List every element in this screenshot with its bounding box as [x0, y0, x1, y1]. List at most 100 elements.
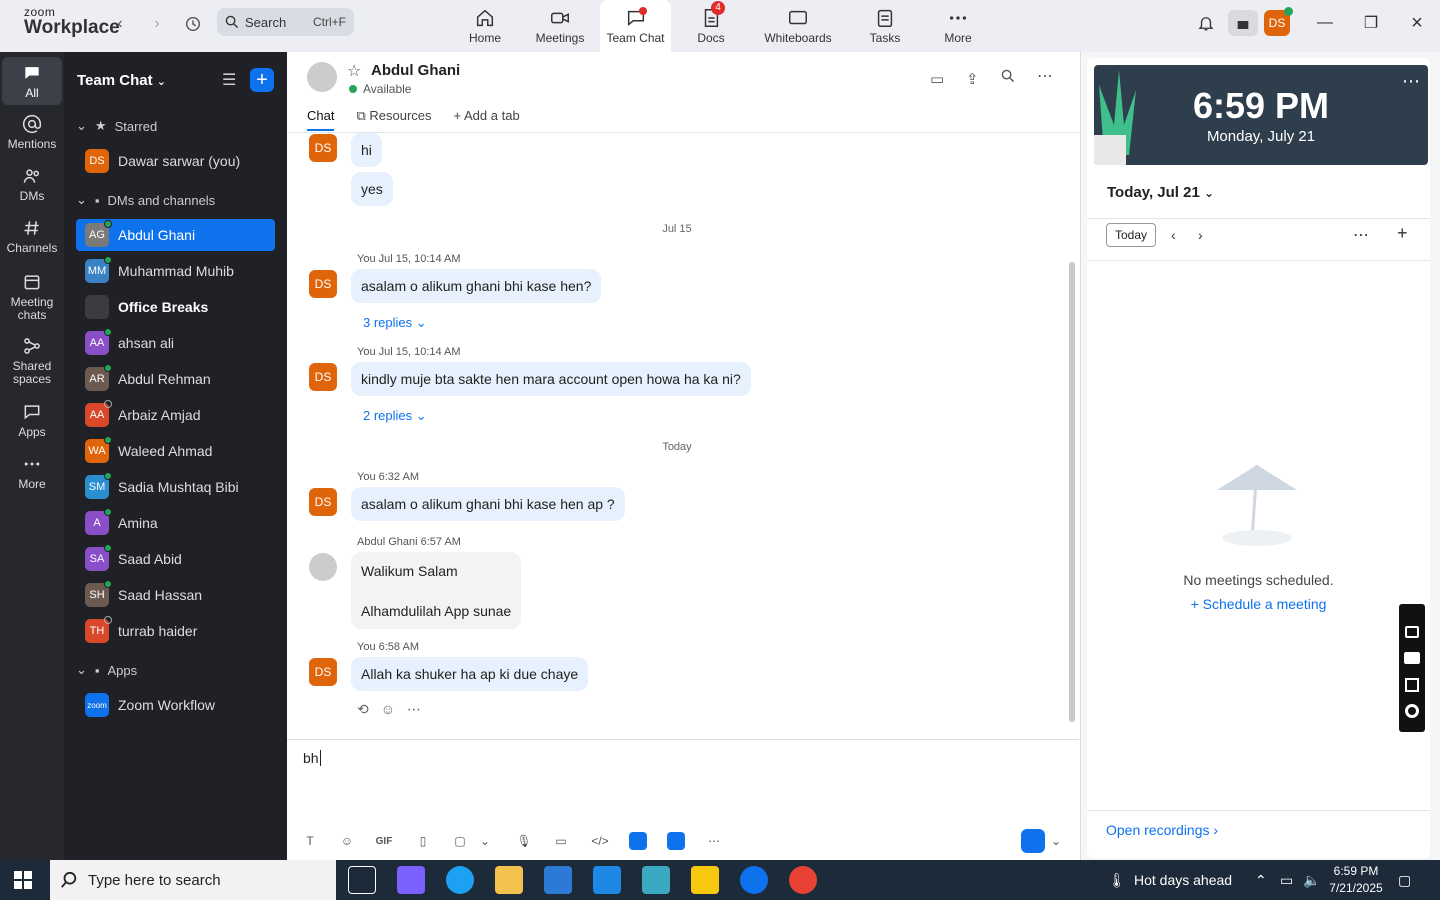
more-icon[interactable]: ⋯: [1402, 71, 1420, 92]
emoji-icon[interactable]: ☺: [381, 701, 395, 718]
video-message-icon[interactable]: ▭: [552, 832, 570, 850]
bell-icon[interactable]: [1191, 10, 1221, 36]
section-dms[interactable]: ⌄ ▪ DMs and channels: [76, 192, 215, 208]
composer-input[interactable]: bh: [303, 750, 321, 766]
message-composer[interactable]: bh T ☺ GIF ▯ ▢ ⌄ 🎙 ▭ </> ⋯ ⌄: [287, 739, 1079, 860]
copilot-icon[interactable]: [397, 866, 425, 894]
sidebar-contact[interactable]: SM Sadia Mushtaq Bibi: [76, 471, 275, 503]
rail-dms[interactable]: DMs: [2, 166, 62, 203]
sidebar-contact[interactable]: Office Breaks: [76, 291, 275, 323]
mail-icon[interactable]: [593, 866, 621, 894]
message-bubble[interactable]: Allah ka shuker ha ap ki due chaye: [351, 657, 589, 691]
nav-whiteboards[interactable]: Whiteboards: [760, 0, 836, 52]
sidebar-contact[interactable]: SA Saad Abid: [76, 543, 275, 575]
sidebar-contact[interactable]: WA Waleed Ahmad: [76, 435, 275, 467]
gear-icon[interactable]: [1405, 704, 1419, 718]
rail-shared-spaces[interactable]: Shared spaces: [2, 336, 62, 386]
minimize-icon[interactable]: —: [1310, 10, 1340, 36]
section-apps[interactable]: ⌄ ▪ Apps: [76, 662, 137, 678]
history-icon[interactable]: [181, 12, 205, 36]
chevron-right-icon[interactable]: ›: [1198, 227, 1203, 243]
close-icon[interactable]: ×: [1402, 10, 1432, 36]
more-icon[interactable]: ⋯: [1037, 66, 1053, 86]
message-bubble[interactable]: kindly muje bta sakte hen mara account o…: [351, 362, 751, 396]
schedule-meeting-link[interactable]: + Schedule a meeting: [1087, 596, 1430, 612]
contact-name[interactable]: Abdul Ghani: [371, 62, 460, 79]
user-avatar[interactable]: DS: [1264, 7, 1293, 36]
task-view-icon[interactable]: [348, 866, 376, 894]
nav-meetings[interactable]: Meetings: [530, 0, 590, 52]
message-bubble[interactable]: yes: [351, 172, 393, 206]
zoom-taskbar-icon[interactable]: [740, 866, 768, 894]
more-icon[interactable]: ⋯: [407, 701, 421, 718]
app-icon[interactable]: [667, 832, 685, 850]
send-button[interactable]: [1021, 829, 1045, 853]
emoji-icon[interactable]: ☺: [338, 832, 356, 850]
format-text-icon[interactable]: T: [301, 832, 319, 850]
chevron-down-icon[interactable]: ⌄: [1047, 832, 1065, 850]
nav-more[interactable]: More: [938, 0, 978, 52]
tab-chat[interactable]: Chat: [307, 108, 335, 131]
video-icon[interactable]: [1404, 652, 1420, 664]
edge-icon[interactable]: [446, 866, 474, 894]
nav-tasks[interactable]: Tasks: [865, 0, 905, 52]
search-icon[interactable]: [1001, 69, 1015, 86]
replies-link[interactable]: 3 replies ⌄: [363, 315, 427, 331]
sticky-notes-icon[interactable]: [691, 866, 719, 894]
message-bubble[interactable]: asalam o alikum ghani bhi kase hen ap ?: [351, 487, 625, 521]
star-icon[interactable]: ☆: [347, 61, 361, 81]
nav-home[interactable]: Home: [460, 0, 510, 52]
rail-apps[interactable]: Apps: [2, 402, 62, 439]
message-bubble[interactable]: hi: [351, 133, 382, 167]
gift-icon[interactable]: [1228, 10, 1258, 36]
more-icon[interactable]: ⋯: [705, 832, 723, 850]
new-chat-button[interactable]: +: [250, 68, 274, 92]
volume-icon[interactable]: 🔈: [1303, 872, 1320, 889]
replies-link[interactable]: 2 replies ⌄: [363, 408, 427, 424]
message-bubble[interactable]: Walikum Salam Alhamdulilah App sunae: [351, 552, 522, 629]
app-icon[interactable]: [629, 832, 647, 850]
sidebar-contact[interactable]: MM Muhammad Muhib: [76, 255, 275, 287]
open-recordings-link[interactable]: Open recordings ›: [1106, 822, 1218, 838]
nav-team-chat[interactable]: Team Chat: [600, 0, 671, 52]
search-bar[interactable]: Search Ctrl+F: [217, 8, 354, 36]
section-starred[interactable]: ⌄ ★ Starred: [76, 118, 157, 134]
window-icon[interactable]: [1405, 678, 1419, 692]
rail-mentions[interactable]: Mentions: [2, 114, 62, 151]
contact-avatar[interactable]: [307, 62, 337, 92]
rail-all[interactable]: All: [2, 57, 62, 105]
chevron-left-icon[interactable]: ‹: [1171, 227, 1176, 243]
share-screen-icon[interactable]: ⇪: [966, 70, 979, 88]
back-arrow-icon[interactable]: ‹: [108, 12, 132, 36]
tab-add[interactable]: + Add a tab: [454, 108, 520, 131]
rail-more[interactable]: More: [2, 454, 62, 491]
network-icon[interactable]: ▭: [1280, 872, 1293, 889]
file-icon[interactable]: ▯: [414, 832, 432, 850]
weather-icon[interactable]: 🌡: [1108, 872, 1126, 889]
calendar-heading[interactable]: Today, Jul 21 ⌄: [1107, 184, 1214, 201]
weather-text[interactable]: Hot days ahead: [1134, 872, 1232, 888]
gif-icon[interactable]: GIF: [375, 832, 393, 850]
app-zoom-workflow[interactable]: zoom Zoom Workflow: [76, 689, 275, 721]
filter-icon[interactable]: ☰: [222, 70, 236, 90]
app-icon[interactable]: [642, 866, 670, 894]
chevron-up-icon[interactable]: ⌃: [1255, 872, 1267, 889]
notification-icon[interactable]: ▢: [1398, 872, 1411, 889]
microphone-icon[interactable]: 🎙: [515, 832, 533, 850]
camera-icon[interactable]: [1405, 626, 1419, 638]
today-button[interactable]: Today: [1106, 223, 1156, 247]
reply-icon[interactable]: ⟲: [357, 701, 369, 718]
rail-channels[interactable]: Channels: [2, 218, 62, 255]
message-bubble[interactable]: asalam o alikum ghani bhi kase hen?: [351, 269, 602, 303]
sidebar-contact[interactable]: AA Arbaiz Amjad: [76, 399, 275, 431]
code-icon[interactable]: </>: [591, 832, 609, 850]
nav-docs[interactable]: Docs 4: [690, 0, 732, 52]
windows-start-icon[interactable]: [14, 871, 32, 889]
taskbar-search[interactable]: Type here to search: [50, 860, 336, 900]
file-explorer-icon[interactable]: [495, 866, 523, 894]
sidebar-contact[interactable]: SH Saad Hassan: [76, 579, 275, 611]
sidebar-contact[interactable]: AR Abdul Rehman: [76, 363, 275, 395]
more-icon[interactable]: ⋯: [1353, 225, 1369, 245]
chevron-down-icon[interactable]: ⌄: [476, 832, 494, 850]
taskbar-clock[interactable]: 6:59 PM 7/21/2025: [1328, 863, 1384, 897]
